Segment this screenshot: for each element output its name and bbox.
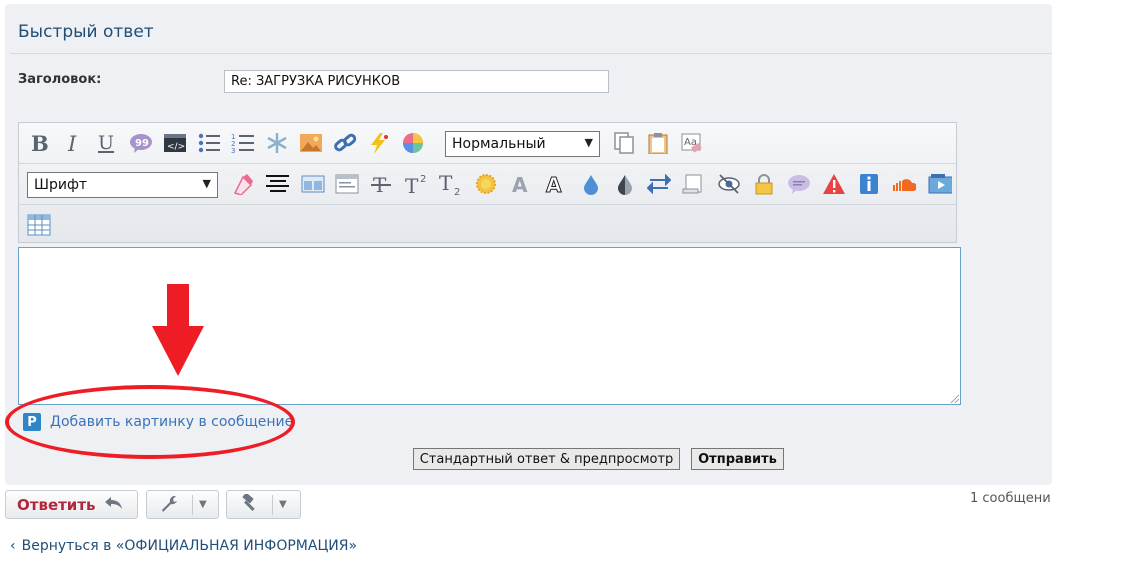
svg-text:2: 2	[454, 187, 460, 195]
swap-arrows-icon[interactable]	[647, 172, 671, 196]
table-icon[interactable]	[27, 213, 51, 237]
soundcloud-icon[interactable]	[892, 172, 916, 196]
flash-icon[interactable]	[367, 131, 391, 155]
resize-handle[interactable]	[949, 393, 959, 403]
svg-text:I: I	[67, 132, 77, 154]
svg-text:T: T	[405, 174, 419, 195]
annotation-oval	[5, 385, 295, 459]
admin-tools-button[interactable]: ▼	[226, 490, 301, 519]
format-select[interactable]: Нормальный ▼	[445, 131, 600, 157]
preview-reply-button[interactable]: Стандартный ответ & предпросмотр	[413, 448, 680, 470]
image-icon[interactable]	[299, 131, 323, 155]
superscript-icon[interactable]: T2	[404, 172, 428, 196]
remove-format-icon[interactable]: Aa	[680, 131, 704, 155]
chevron-down-icon: ▼	[202, 177, 211, 190]
svg-text:A: A	[546, 173, 562, 195]
hidden-eye-icon[interactable]	[717, 172, 741, 196]
wrench-icon	[160, 494, 178, 516]
scroll-icon[interactable]	[681, 172, 705, 196]
annotation-arrow	[152, 284, 204, 383]
chevron-left-icon: ‹	[10, 538, 16, 554]
code-icon[interactable]: </>	[163, 131, 187, 155]
link-icon[interactable]	[333, 131, 357, 155]
subscript-icon[interactable]: T2	[438, 172, 462, 196]
contrast-drop-icon[interactable]	[613, 172, 637, 196]
video-icon[interactable]	[928, 172, 952, 196]
numbered-list-icon[interactable]: 123	[231, 131, 255, 155]
text-shadow-icon[interactable]: A	[509, 172, 533, 196]
send-button[interactable]: Отправить	[691, 448, 784, 470]
reply-arrow-icon	[104, 495, 124, 515]
post-count: 1 сообщени	[970, 491, 1051, 506]
font-select-value: Шрифт	[34, 177, 88, 193]
text-outline-icon[interactable]: A	[543, 172, 567, 196]
send-label: Отправить	[698, 451, 777, 467]
copy-icon[interactable]	[612, 131, 636, 155]
editor-toolbar: B I U 99 </> 123 Нормальный ▼ Aa Шрифт ▼ T…	[18, 122, 957, 243]
info-icon[interactable]	[857, 172, 881, 196]
format-select-value: Нормальный	[452, 136, 546, 152]
bulleted-list-icon[interactable]	[197, 131, 221, 155]
underline-icon[interactable]: U	[95, 131, 119, 155]
preview-reply-label: Стандартный ответ & предпросмотр	[419, 451, 674, 467]
toolbar-row-3	[19, 205, 956, 245]
text-box-icon[interactable]	[335, 172, 359, 196]
back-link[interactable]: ‹ Вернуться в «ОФИЦИАЛЬНАЯ ИНФОРМАЦИЯ»	[10, 538, 357, 554]
bold-icon[interactable]: B	[27, 131, 51, 155]
drop-icon[interactable]	[579, 172, 603, 196]
moderation-tools-button[interactable]: ▼	[146, 490, 219, 519]
lock-icon[interactable]	[752, 172, 776, 196]
back-link-label: Вернуться в «ОФИЦИАЛЬНАЯ ИНФОРМАЦИЯ»	[21, 538, 358, 554]
hammer-icon	[240, 492, 258, 516]
svg-text:B: B	[31, 132, 49, 154]
comment-icon[interactable]	[787, 172, 811, 196]
warning-icon[interactable]	[822, 172, 846, 196]
sun-icon[interactable]	[474, 172, 498, 196]
reply-button[interactable]: Ответить	[5, 490, 138, 519]
chevron-down-icon: ▼	[584, 136, 593, 149]
quote-icon[interactable]: 99	[129, 131, 153, 155]
font-select[interactable]: Шрифт ▼	[27, 172, 218, 198]
toolbar-row-1: B I U 99 </> 123 Нормальный ▼ Aa	[19, 123, 956, 164]
svg-text:T: T	[439, 173, 453, 195]
color-wheel-icon[interactable]	[401, 131, 425, 155]
strikethrough-icon[interactable]: T	[369, 172, 393, 196]
subject-label: Заголовок:	[18, 72, 102, 87]
svg-text:</>: </>	[167, 142, 185, 152]
title-divider	[10, 53, 1052, 54]
highlighter-icon[interactable]	[231, 172, 255, 196]
toolbar-row-2: Шрифт▼ T T2 T2 A A	[19, 164, 956, 205]
italic-icon[interactable]: I	[61, 131, 85, 155]
asterisk-icon[interactable]	[265, 131, 289, 155]
subject-input[interactable]	[224, 70, 609, 93]
align-center-icon[interactable]	[265, 172, 289, 196]
two-columns-icon[interactable]	[301, 172, 325, 196]
svg-text:A: A	[512, 173, 528, 195]
svg-text:3: 3	[231, 147, 235, 154]
svg-text:99: 99	[135, 138, 149, 149]
chevron-down-icon: ▼	[192, 494, 207, 515]
paste-icon[interactable]	[646, 131, 670, 155]
reply-label: Ответить	[17, 495, 96, 514]
svg-text:U: U	[98, 132, 114, 154]
quick-reply-title: Быстрый ответ	[18, 22, 154, 42]
chevron-down-icon: ▼	[272, 494, 287, 515]
svg-text:2: 2	[420, 174, 426, 185]
